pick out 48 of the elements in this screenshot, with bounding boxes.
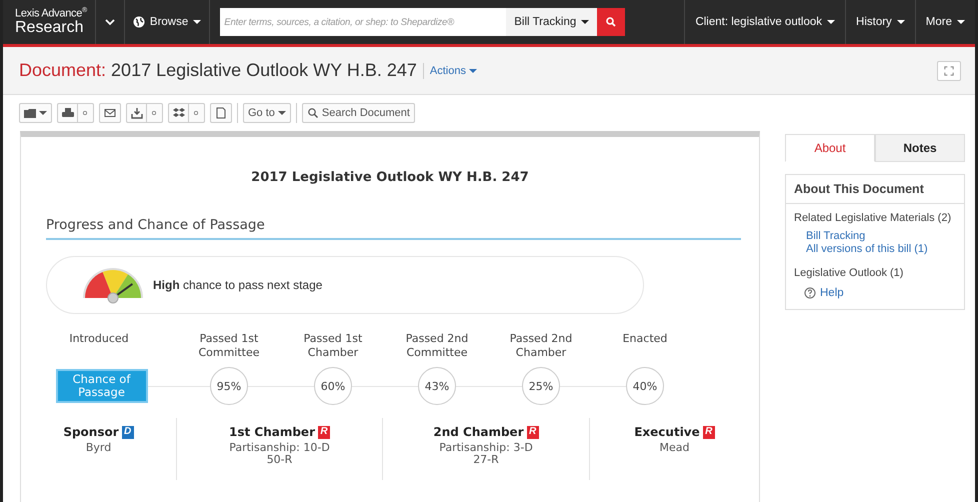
panel-title: About This Document [786,175,964,204]
stage-label: Passed 1st Committee [198,332,260,360]
chance-circle: 95% [210,367,248,405]
actions-menu[interactable]: Actions [430,64,477,76]
chance-circle: 43% [418,367,456,405]
brand-logo[interactable]: Lexis Advance$^{®}$ Research [3,0,96,44]
browse-menu[interactable]: Browse [124,0,210,44]
party-title: Sponsor [63,426,119,439]
related-link[interactable]: All versions of this bill (1) [806,243,964,255]
search-document-button[interactable]: Search Document [302,103,415,123]
section-title: Progress and Chance of Passage [46,217,741,240]
sidebar-tab[interactable]: About [785,134,875,162]
chance-circle: 60% [314,367,352,405]
party-title: 1st Chamber [228,426,315,439]
party-badge: R [318,426,330,439]
document-heading: 2017 Legislative Outlook WY H.B. 247 [250,170,530,185]
party-badge: R [526,426,539,439]
party-detail: Byrd [86,442,112,454]
stage-label: Passed 1st Chamber [304,332,362,360]
chance-circle: 40% [626,367,664,405]
sidebar-tab[interactable]: Notes [875,134,965,162]
party-detail: Mead [660,442,690,454]
party-badge: R [702,426,715,439]
stage-label: Introduced [69,332,129,345]
stage-label: Passed 2nd Committee [406,332,468,360]
chance-circle: 25% [522,367,560,405]
document-title: 2017 Legislative Outlook WY H.B. 247 [111,60,417,81]
party-badge: D [122,426,134,439]
section-heading: Related Legislative Materials (2) [793,211,952,226]
party-detail: Partisanship: 10-D [229,442,330,454]
party-title: Executive [634,426,700,439]
nav-menu[interactable]: Client: legislative outlook [684,0,846,44]
nav-menu[interactable]: More [914,0,975,44]
nav-menu[interactable]: History [845,0,915,44]
help-link[interactable]: Help [786,283,844,309]
goto-button[interactable]: Go to [243,103,291,123]
party-title: 2nd Chamber [433,426,524,439]
outlook-text: High chance to pass next stage [153,278,322,292]
stage-label: Enacted [622,332,668,345]
related-link[interactable]: Bill Tracking [806,230,964,242]
party-detail: Partisanship: 3-D [439,442,533,454]
stage-label: Passed 2nd Chamber [510,332,572,360]
section-heading: Legislative Outlook (1) [793,266,904,281]
search-field[interactable]: Enter terms, sources, a citation, or shep: to Shepardize® [220,8,506,36]
search-scope-dropdown[interactable]: Bill Tracking [506,8,598,36]
party-detail: 27-R [473,454,499,466]
document-label: Document: [19,60,106,81]
party-detail: 50-R [266,454,292,466]
